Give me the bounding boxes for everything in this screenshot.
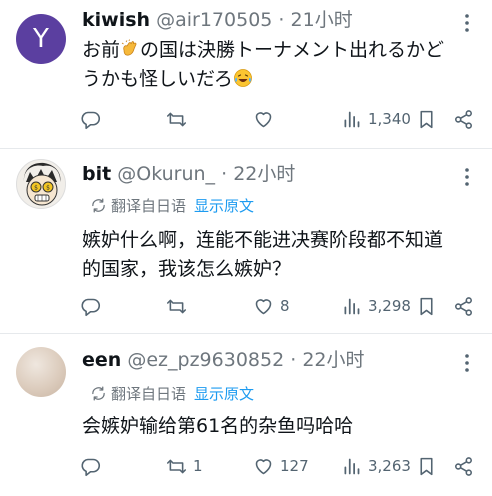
svg-text:$: $	[46, 185, 50, 192]
tweet-header: een @ez_pz9630852 · 22小时	[82, 348, 365, 372]
reply-icon	[81, 458, 101, 476]
show-original-link[interactable]: 显示原文	[194, 197, 254, 215]
bookmark-icon	[420, 297, 433, 315]
tweet-3[interactable]: een @ez_pz9630852 · 22小时 翻译自日语 显示原文 会嫉妒输给…	[0, 334, 492, 496]
views-count: 1,340	[368, 110, 411, 128]
like-count: 8	[280, 297, 290, 315]
reply-button[interactable]	[80, 294, 107, 318]
retweet-icon	[166, 112, 187, 126]
views-count: 3,298	[368, 297, 411, 315]
bookmark-button[interactable]	[416, 107, 437, 131]
views-chart-icon	[344, 458, 360, 474]
retweet-button[interactable]	[166, 294, 193, 318]
views-button[interactable]: 1,340	[341, 107, 411, 131]
share-button[interactable]	[453, 454, 474, 478]
translation-notice: 翻译自日语 显示原文	[90, 196, 254, 216]
tweet-header: bit @Okurun_ · 22小时	[82, 162, 295, 186]
share-icon	[455, 109, 472, 129]
views-button[interactable]: 3,298	[341, 294, 411, 318]
tweet-text-line: 嫉妒什么啊，连能不能进决赛阶段都不知道	[82, 229, 444, 251]
share-button[interactable]	[453, 294, 474, 318]
bookmark-button[interactable]	[416, 294, 437, 318]
tweet-1[interactable]: Y kiwish @air170505 · 21小时 お前 の国は決勝トーナメン…	[0, 0, 492, 146]
reply-button[interactable]	[80, 454, 107, 478]
share-button[interactable]	[453, 107, 474, 131]
bookmark-button[interactable]	[416, 454, 437, 478]
tweet-header: kiwish @air170505 · 21小时	[82, 8, 353, 32]
tweet-2[interactable]: $ $ bit @Okurun_ · 22小时 翻译自日语 显示原文 嫉妒什么啊，…	[0, 149, 492, 331]
more-dots-icon[interactable]	[460, 167, 474, 187]
avatar[interactable]	[16, 347, 66, 397]
avatar[interactable]: Y	[16, 14, 66, 64]
avatar[interactable]: $ $	[16, 159, 66, 209]
timestamp[interactable]: 22小时	[233, 163, 295, 185]
author-name[interactable]: een	[82, 349, 121, 371]
separator: ·	[221, 163, 228, 185]
translated-from-label: 翻译自日语	[111, 385, 187, 403]
reply-button[interactable]	[80, 107, 107, 131]
share-icon	[455, 296, 472, 316]
views-chart-icon	[344, 298, 360, 314]
clap-hands-emoji	[121, 39, 137, 56]
laughing-tears-emoji	[233, 69, 252, 87]
like-button[interactable]: 127	[253, 454, 309, 478]
author-handle[interactable]: @ez_pz9630852	[127, 349, 284, 371]
timestamp[interactable]: 21小时	[291, 9, 353, 31]
translate-icon	[92, 386, 105, 401]
tweet-text-part: の国は決勝トーナメント出れるかど	[140, 39, 445, 61]
author-handle[interactable]: @Okurun_	[117, 163, 215, 185]
author-name[interactable]: kiwish	[82, 9, 150, 31]
views-count: 3,263	[368, 457, 411, 475]
author-name[interactable]: bit	[82, 163, 111, 185]
translate-icon	[92, 198, 105, 213]
tweet-text-line: 会嫉妒输给第61名的杂鱼吗哈哈	[82, 415, 354, 437]
author-handle[interactable]: @air170505	[156, 9, 272, 31]
more-dots-icon[interactable]	[460, 353, 474, 373]
timestamp[interactable]: 22小时	[302, 349, 364, 371]
cartoon-face-avatar-image: $ $	[23, 162, 61, 206]
translated-from-label: 翻译自日语	[111, 197, 187, 215]
retweet-icon	[166, 459, 187, 473]
bookmark-icon	[420, 110, 433, 128]
views-button[interactable]: 3,263	[341, 454, 411, 478]
retweet-button[interactable]	[166, 107, 193, 131]
like-button[interactable]	[253, 107, 280, 131]
tweet-text-part: お前	[82, 39, 121, 61]
tweet-text: 嫉妒什么啊，连能不能进决赛阶段都不知道 的国家，我该怎么嫉妒？	[82, 226, 477, 284]
reply-icon	[81, 111, 101, 129]
more-dots-icon[interactable]	[460, 13, 474, 33]
tweet-text: 会嫉妒输给第61名的杂鱼吗哈哈	[82, 412, 477, 441]
tweet-text-part: うかも怪しいだろ	[82, 68, 233, 90]
heart-icon	[255, 458, 272, 474]
avatar-letter: Y	[33, 24, 49, 54]
svg-text:$: $	[34, 185, 38, 192]
heart-icon	[255, 298, 272, 314]
retweet-button[interactable]: 1	[166, 454, 203, 478]
bookmark-icon	[420, 457, 433, 475]
like-count: 127	[280, 457, 309, 475]
tweet-text: お前 の国は決勝トーナメント出れるかど うかも怪しいだろ	[82, 36, 477, 94]
retweet-icon	[166, 299, 187, 313]
show-original-link[interactable]: 显示原文	[194, 385, 254, 403]
like-button[interactable]: 8	[253, 294, 290, 318]
separator: ·	[278, 9, 285, 31]
reply-icon	[81, 298, 101, 316]
heart-icon	[255, 111, 272, 127]
tweet-text-line: 的国家，我该怎么嫉妒？	[82, 258, 292, 280]
separator: ·	[290, 349, 297, 371]
views-chart-icon	[344, 111, 360, 127]
translation-notice: 翻译自日语 显示原文	[90, 384, 254, 404]
share-icon	[455, 456, 472, 476]
retweet-count: 1	[193, 457, 203, 475]
